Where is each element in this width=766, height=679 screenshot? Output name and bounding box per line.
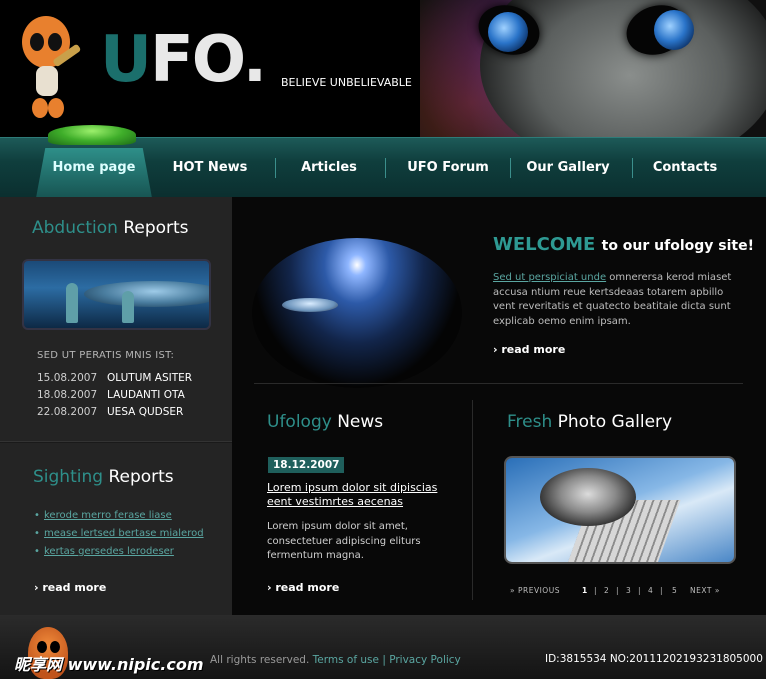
sidebar-divider (0, 441, 232, 443)
sighting-links: kerode merro ferase liase mease lertsed … (34, 510, 204, 564)
image-id-text: ID:3815534 NO:20111202193231805000 (545, 653, 763, 665)
site-logo[interactable]: UFO. (100, 28, 267, 92)
nav-contacts[interactable]: Contacts (640, 157, 730, 179)
gallery-previous-button[interactable]: » PREVIOUS (510, 586, 560, 595)
earth-reflection-left (488, 12, 528, 52)
welcome-read-more[interactable]: › read more (493, 343, 565, 356)
copyright-text: All rights reserved. (210, 654, 310, 666)
abduction-reports-title: Abduction Reports (32, 218, 189, 238)
pager-separator: | (638, 586, 642, 595)
entry-date: 15.08.2007 (37, 372, 98, 384)
read-more-label: read more (275, 581, 340, 594)
pager-separator: | (660, 586, 664, 595)
news-read-more[interactable]: › read more (267, 581, 339, 594)
abduction-list-heading: SED UT PERATIS MNIS IST: (37, 350, 175, 361)
sighting-reports-title: Sighting Reports (33, 467, 174, 487)
title-highlight: Ufology (267, 412, 332, 432)
entry-text: UESA QUDSER (107, 406, 184, 418)
abduction-entry[interactable]: 18.08.2007 LAUDANTI OTA (37, 389, 185, 401)
nav-separator (632, 158, 633, 178)
nav-separator (275, 158, 276, 178)
abduction-image[interactable] (22, 259, 211, 330)
alien-mascot-icon (22, 16, 81, 118)
double-chevron-right-icon: » (711, 586, 720, 595)
entry-date: 18.08.2007 (37, 389, 98, 401)
nav-articles[interactable]: Articles (285, 157, 373, 179)
title-rest: News (337, 412, 384, 432)
nav-separator (510, 158, 511, 178)
previous-label: PREVIOUS (517, 586, 560, 595)
flying-saucer-image (282, 298, 338, 312)
sighting-link[interactable]: kertas gersedes lerodeser (34, 546, 204, 564)
welcome-paragraph: Sed ut perspiciat unde omnerersa kerod m… (493, 271, 743, 329)
main-navigation: Home page HOT News Articles UFO Forum Ou… (0, 137, 766, 198)
alien-figure (122, 291, 134, 323)
pager-separator: | (616, 586, 620, 595)
gallery-next-button[interactable]: NEXT » (690, 586, 720, 595)
title-highlight: Sighting (33, 467, 104, 487)
abduction-entry[interactable]: 15.08.2007 OLUTUM ASITER (37, 372, 192, 384)
terms-of-use-link[interactable]: Terms of use (313, 654, 379, 666)
gallery-photo[interactable] (504, 456, 736, 564)
title-highlight: Fresh (507, 412, 553, 432)
news-headline-link[interactable]: Lorem ipsum dolor sit dipiscias eent ves… (267, 481, 447, 509)
site-tagline: BELIEVE UNBELIEVABLE (281, 76, 412, 89)
footer-copyright: All rights reserved. Terms of use | Priv… (160, 654, 461, 666)
double-chevron-left-icon: » (510, 586, 518, 595)
next-label: NEXT (690, 586, 712, 595)
nav-ufo-forum[interactable]: UFO Forum (396, 157, 500, 179)
content-divider-horizontal (254, 383, 743, 384)
sighting-link[interactable]: mease lertsed bertase mialerod (34, 528, 204, 546)
entry-text: LAUDANTI OTA (107, 389, 185, 401)
sighting-read-more[interactable]: › read more (34, 581, 106, 594)
logo-letters-fo: FO. (149, 23, 267, 97)
nav-hot-news[interactable]: HOT News (160, 157, 260, 179)
alien-figure (66, 283, 78, 323)
nav-home-page[interactable]: Home page (38, 157, 150, 179)
nav-our-gallery[interactable]: Our Gallery (518, 157, 618, 179)
entry-date: 22.08.2007 (37, 406, 98, 418)
gallery-page-3[interactable]: 3 (626, 586, 631, 595)
earth-reflection-right (654, 10, 694, 50)
welcome-inline-link[interactable]: Sed ut perspiciat unde (493, 272, 606, 283)
entry-text: OLUTUM ASITER (107, 372, 193, 384)
earth-planet-image (252, 238, 462, 388)
content-divider-vertical (472, 400, 473, 600)
welcome-title-word: WELCOME (493, 234, 596, 255)
title-rest: Reports (123, 218, 189, 238)
news-body-text: Lorem ipsum dolor sit amet, consectetuer… (267, 521, 421, 561)
logo-letter-u: U (100, 23, 152, 97)
gallery-page-1[interactable]: 1 (582, 586, 588, 595)
footer-separator: | (382, 654, 386, 666)
privacy-policy-link[interactable]: Privacy Policy (389, 654, 461, 666)
sighting-link[interactable]: kerode merro ferase liase (34, 510, 204, 528)
news-date-badge: 18.12.2007 (268, 457, 345, 473)
title-highlight: Abduction (32, 218, 118, 238)
ufology-news-title: Ufology News (267, 412, 383, 432)
ufo-shape (540, 468, 636, 526)
photo-gallery-title: Fresh Photo Gallery (507, 412, 672, 432)
watermark-text: 昵享网 www.nipic.com (14, 655, 204, 674)
ufo-disc-shape (84, 281, 209, 307)
gallery-page-2[interactable]: 2 (604, 586, 609, 595)
title-rest: Reports (108, 467, 174, 487)
read-more-label: read more (501, 343, 566, 356)
welcome-subtitle: to our ufology site! (601, 238, 754, 254)
pager-separator: | (594, 586, 598, 595)
title-rest: Photo Gallery (557, 412, 673, 432)
site-header: UFO. BELIEVE UNBELIEVABLE (0, 0, 766, 137)
welcome-heading: WELCOME to our ufology site! (493, 234, 754, 255)
gallery-page-4[interactable]: 4 (648, 586, 653, 595)
gallery-page-5[interactable]: 5 (672, 586, 677, 595)
read-more-label: read more (42, 581, 107, 594)
nav-separator (385, 158, 386, 178)
abduction-entry[interactable]: 22.08.2007 UESA QUDSER (37, 406, 183, 418)
ufo-dome-icon (48, 125, 136, 145)
